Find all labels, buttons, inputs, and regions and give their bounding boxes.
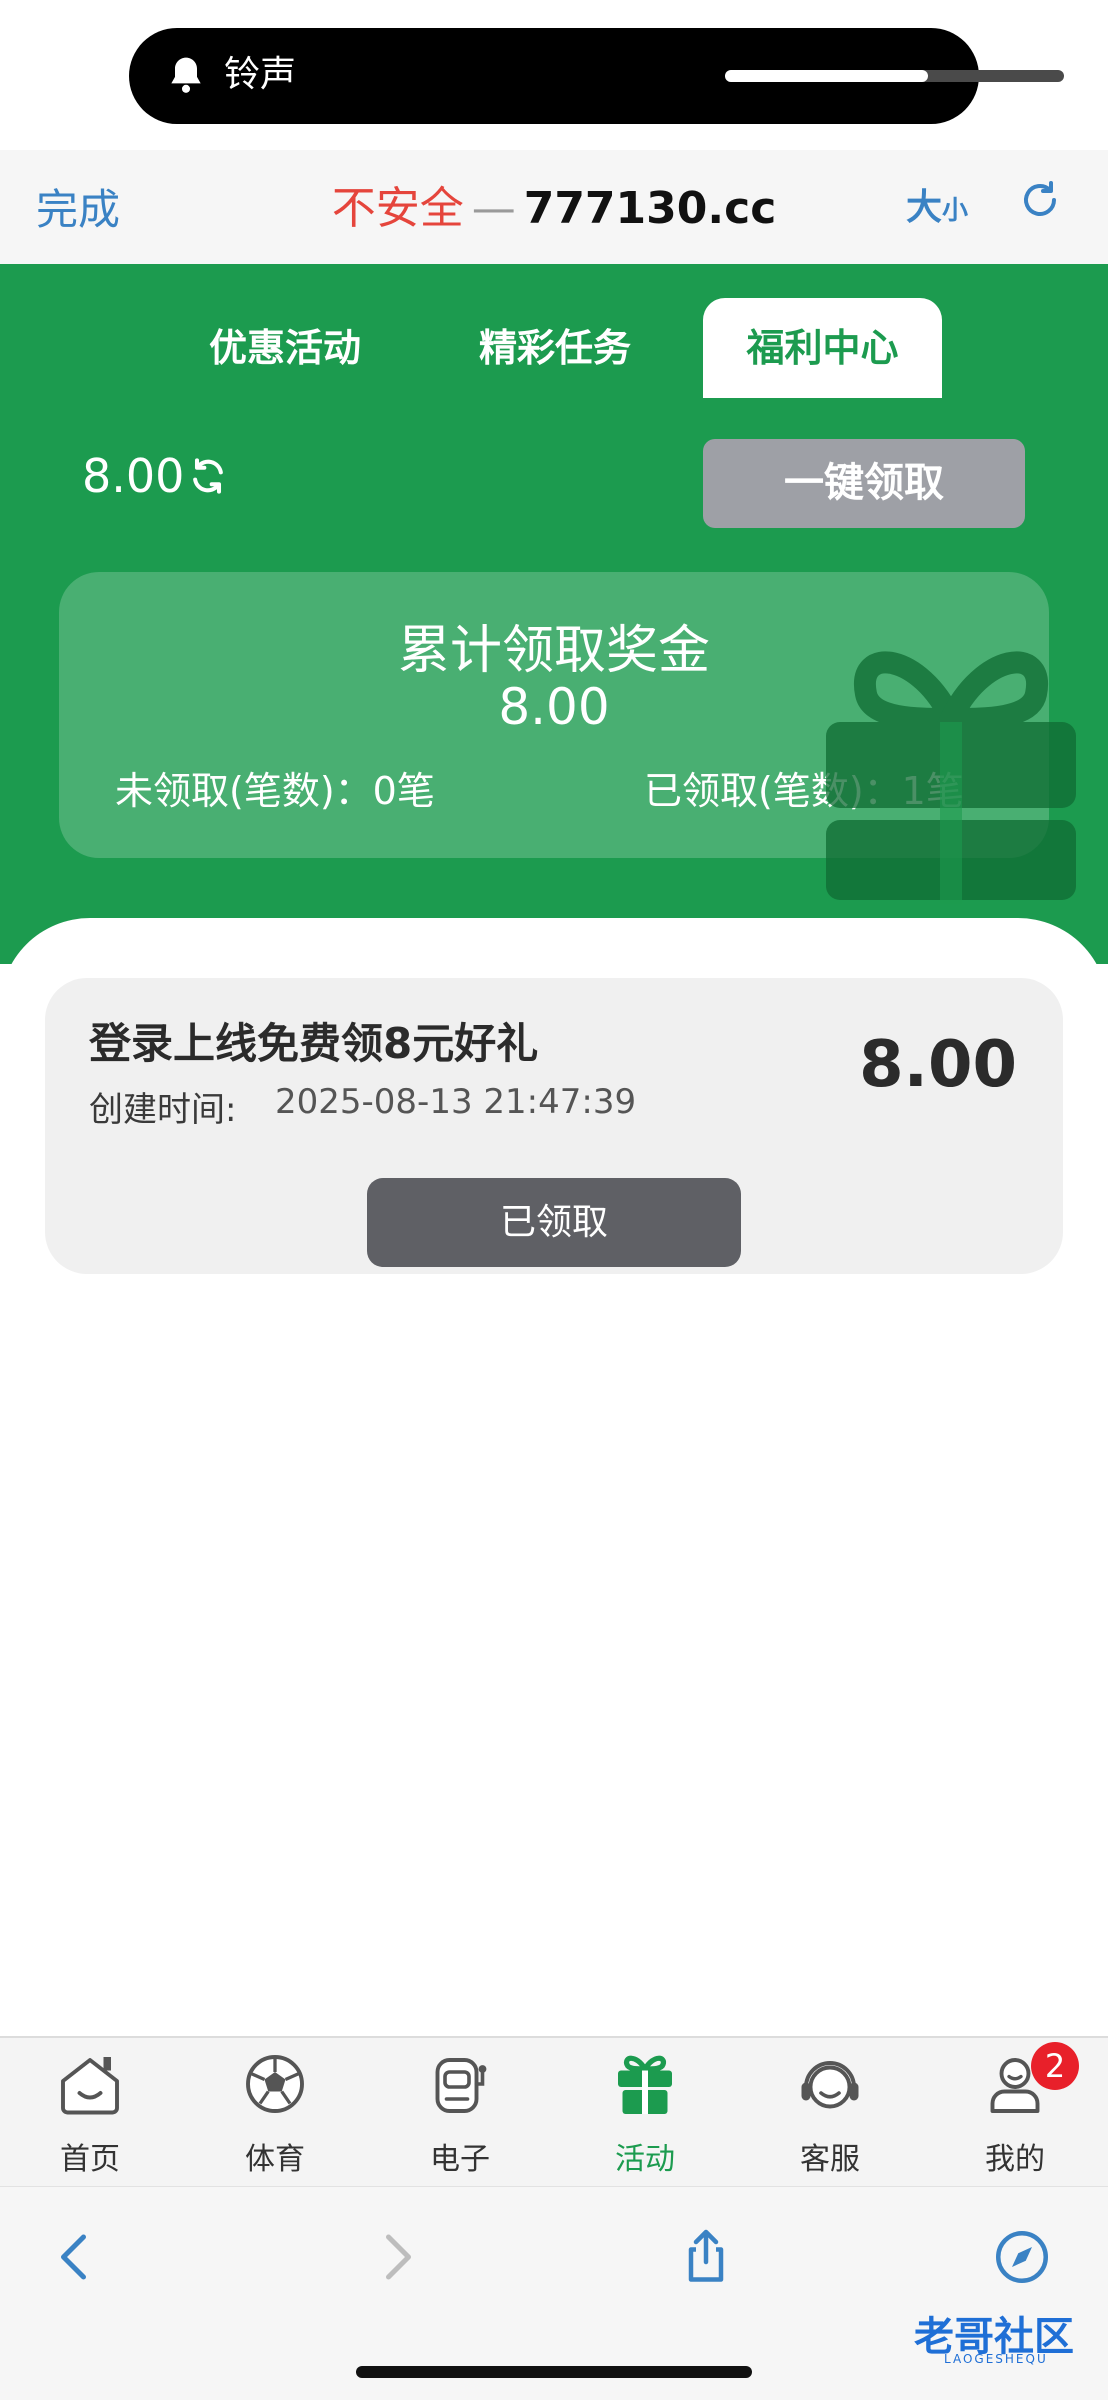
insecure-label: 不安全 xyxy=(331,183,464,234)
url-domain: 777130.cc xyxy=(523,183,777,234)
volume-bar xyxy=(725,70,1064,82)
ringer-notification: 铃声 xyxy=(129,28,1064,124)
watermark-subtext: LAOGESHEQU xyxy=(944,2352,1048,2366)
text-size-big: 大 xyxy=(906,187,943,228)
tab-tasks[interactable]: 精彩任务 xyxy=(460,298,650,398)
claim-all-button[interactable]: 一键领取 xyxy=(703,439,1025,528)
app-bottom-nav: 首页 体育 电子 活动 客服 我的 xyxy=(0,2036,1108,2186)
nav-sports-label: 体育 xyxy=(245,2142,305,2177)
headset-icon xyxy=(801,2061,859,2109)
slot-machine-icon xyxy=(435,2058,487,2113)
ringer-label: 铃声 xyxy=(224,54,297,95)
forward-icon[interactable] xyxy=(366,2227,426,2287)
bell-icon xyxy=(171,57,201,93)
nav-support[interactable]: 客服 xyxy=(755,2048,905,2183)
text-size-button[interactable]: 大小 xyxy=(906,178,968,230)
reward-time: 2025-08-13 21:47:39 xyxy=(275,1082,637,1122)
reward-amount: 8.00 xyxy=(859,1028,1017,1102)
home-indicator[interactable] xyxy=(356,2366,752,2378)
nav-home[interactable]: 首页 xyxy=(15,2048,165,2183)
reload-icon[interactable] xyxy=(1016,176,1064,224)
nav-activities-label: 活动 xyxy=(615,2142,675,2177)
nav-home-label: 首页 xyxy=(60,2142,120,2177)
welfare-header: 优惠活动 精彩任务 福利中心 8.00 一键领取 累计领取奖金 8.00 未领取… xyxy=(0,264,1108,964)
reward-card: 登录上线免费领8元好礼 创建时间: 2025-08-13 21:47:39 8.… xyxy=(45,978,1063,1274)
refresh-balance-icon[interactable] xyxy=(186,454,230,498)
home-icon xyxy=(61,2057,119,2115)
nav-electronic-label: 电子 xyxy=(430,2142,490,2177)
unclaimed-count: 未领取(笔数)：0笔 xyxy=(115,769,435,813)
claimed-button[interactable]: 已领取 xyxy=(367,1178,741,1267)
watermark-logo: 老哥社区 LAOGESHEQU xyxy=(866,2304,1096,2374)
tab-promotions[interactable]: 优惠活动 xyxy=(190,298,380,398)
gift-decoration-icon xyxy=(826,651,1076,904)
reward-title: 登录上线免费领8元好礼 xyxy=(89,1019,539,1068)
reward-time-label: 创建时间: xyxy=(89,1090,237,1130)
soccer-ball-icon xyxy=(246,2055,304,2113)
browser-top-bar: 完成 不安全 —777130.cc 大小 xyxy=(0,150,1108,264)
reward-list: 登录上线免费领8元好礼 创建时间: 2025-08-13 21:47:39 8.… xyxy=(0,918,1108,2038)
notification-badge: 2 xyxy=(1031,2042,1079,2090)
nav-activities[interactable]: 活动 xyxy=(570,2048,720,2183)
compass-icon[interactable] xyxy=(992,2227,1052,2287)
url-separator: — xyxy=(471,183,516,234)
volume-bar-fill xyxy=(725,70,929,82)
text-size-small: 小 xyxy=(942,196,969,226)
tab-welfare-center[interactable]: 福利中心 xyxy=(703,298,942,398)
nav-profile-label: 我的 xyxy=(985,2142,1045,2177)
share-icon[interactable] xyxy=(676,2227,736,2287)
back-icon[interactable] xyxy=(46,2227,106,2287)
gift-icon xyxy=(618,2055,672,2114)
nav-electronic[interactable]: 电子 xyxy=(385,2048,535,2183)
wallet-balance: 8.00 xyxy=(82,449,185,503)
nav-sports[interactable]: 体育 xyxy=(200,2048,350,2183)
nav-support-label: 客服 xyxy=(800,2142,860,2177)
